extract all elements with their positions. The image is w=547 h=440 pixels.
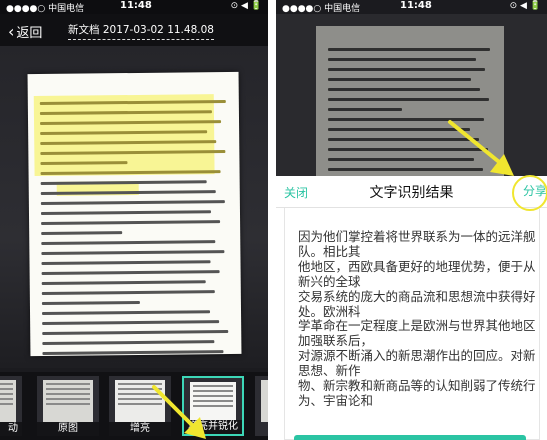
status-icons: ⊙ ◀ 🔋 [230,1,262,11]
page-text-line [328,88,480,91]
page-text-line [40,210,211,215]
carrier-label: ●●●●○ 中国电信 [282,4,361,14]
page-text-line [41,300,141,305]
filter-thumb-original[interactable]: 原图 [37,376,99,436]
page-text-line [41,260,211,265]
status-time: 11:48 [120,0,152,11]
filter-thumb-next[interactable] [255,376,268,436]
page-text-line [41,270,220,275]
status-icons: ⊙ ◀ 🔋 [509,1,541,11]
bottom-action-bar[interactable] [294,435,526,440]
pointer-arrow-icon [152,385,206,439]
page-text-line [42,320,220,325]
nav-bar: ‹ 返回 新文档 2017-03-02 11.48.08 [0,14,268,46]
back-label: 返回 [16,26,43,41]
page-text-line [328,58,476,61]
page-text-line [41,280,206,285]
scanned-document-page [27,71,242,357]
carrier-label: ●●●●○ 中国电信 [6,4,85,14]
back-button[interactable]: ‹ 返回 [8,22,42,41]
chevron-left-icon: ‹ [8,21,15,41]
status-time: 11:48 [400,0,432,11]
page-text-line [41,250,225,255]
recognized-text: 因为他们掌控着将世界联系为一体的远洋舰队。相比其 他地区，西欧具备更好的地理优势… [298,229,536,408]
page-text-line [328,68,485,71]
right-phone-screen: ●●●●○ 中国电信 11:48 ⊙ ◀ 🔋 关闭 文字识别结果 分享 因为他们… [276,0,547,440]
status-bar: ●●●●○ 中国电信 11:48 ⊙ ◀ 🔋 [0,0,268,14]
page-text-line [41,231,123,235]
page-text-line [42,330,229,335]
status-bar: ●●●●○ 中国电信 11:48 ⊙ ◀ 🔋 [276,0,547,14]
filter-label: 原图 [37,422,99,436]
result-sheet-header: 关闭 文字识别结果 分享 [276,176,547,208]
pointer-arrow-icon [448,120,514,176]
page-text-line [328,98,489,101]
document-title[interactable]: 新文档 2017-03-02 11.48.08 [68,22,214,40]
page-text-line [41,220,221,225]
share-highlight-ring [512,175,547,211]
filter-label: 动 [0,422,22,436]
page-text-line [42,340,215,345]
recognized-text-area[interactable]: 因为他们掌控着将世界联系为一体的远洋舰队。相比其 他地区，西欧具备更好的地理优势… [284,208,540,440]
left-phone-screen: ●●●●○ 中国电信 11:48 ⊙ ◀ 🔋 ‹ 返回 新文档 2017-03-… [0,0,268,440]
page-text-line [42,310,211,315]
page-text-line [328,78,471,81]
page-text-line [41,290,215,295]
page-text-line [41,240,216,245]
page-text-line [42,350,224,355]
filter-strip: 动 原图 增亮 增亮并锐化 [0,372,268,440]
page-text-line [328,48,490,51]
page-text-line [328,108,403,111]
filter-thumb-partial[interactable]: 动 [0,376,22,436]
page-text-line [40,200,225,205]
sheet-title: 文字识别结果 [369,185,454,201]
